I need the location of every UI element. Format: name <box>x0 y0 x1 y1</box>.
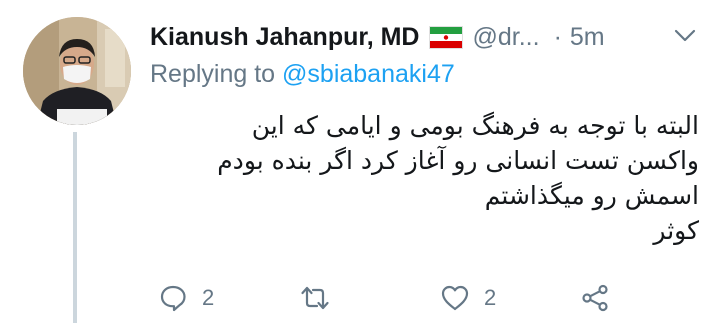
author-handle[interactable]: @dr... <box>472 23 539 52</box>
author-name[interactable]: Kianush Jahanpur, MD <box>150 23 419 52</box>
replying-to-line: Replying to @sbiabanaki47 <box>150 60 455 89</box>
tweet-body-line: البته با توجه به فرهنگ بومی و ایامی که ا… <box>251 111 699 140</box>
tweet-body-line: اسمش رو میگذاشتم <box>484 181 699 210</box>
replying-to-prefix: Replying to <box>150 60 283 88</box>
author-avatar[interactable] <box>23 17 131 125</box>
chevron-down-icon[interactable] <box>674 29 696 43</box>
separator-dot: · <box>553 22 562 51</box>
reply-button[interactable]: 2 <box>158 278 214 318</box>
retweet-icon <box>301 286 329 310</box>
like-count: 2 <box>484 285 497 310</box>
tweet-actions-bar: 2 2 <box>150 278 710 318</box>
share-icon <box>582 284 608 312</box>
iran-flag-icon <box>429 25 464 49</box>
share-button[interactable] <box>580 278 610 318</box>
reply-icon <box>160 285 186 312</box>
tweet-header: Kianush Jahanpur, MD @dr... · 5m <box>150 20 605 54</box>
replying-to-handle-link[interactable]: @sbiabanaki47 <box>282 60 455 88</box>
avatar-photo <box>23 17 131 125</box>
tweet-timestamp[interactable]: 5m <box>570 23 605 52</box>
retweet-button[interactable] <box>300 278 344 318</box>
tweet-body-line: کوثر <box>653 216 699 245</box>
like-button[interactable]: 2 <box>440 278 496 318</box>
tweet-body: البته با توجه به فرهنگ بومی و ایامی که ا… <box>199 108 699 248</box>
reply-count: 2 <box>202 285 215 310</box>
heart-icon <box>441 285 469 311</box>
tweet-body-line: واکسن تست انسانی رو آغاز کرد اگر بنده بو… <box>217 146 699 175</box>
thread-connector-line <box>73 132 77 323</box>
